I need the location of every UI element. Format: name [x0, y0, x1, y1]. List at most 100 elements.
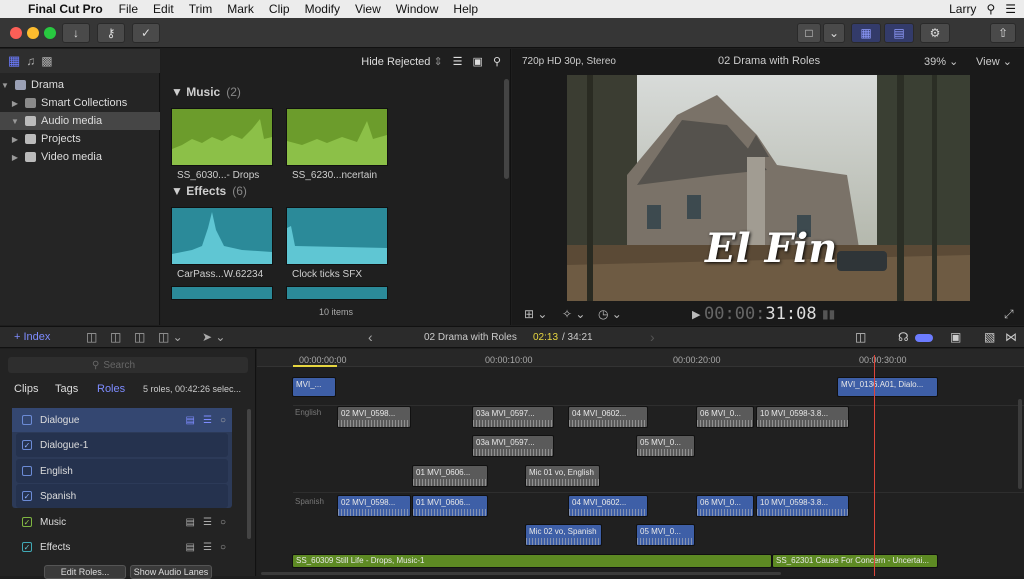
- tab-tags[interactable]: Tags: [55, 383, 78, 395]
- timeline-clip[interactable]: Mic 02 vo, Spanish: [525, 524, 602, 546]
- photos-audio-tab-icon[interactable]: ♫: [26, 54, 35, 68]
- expand-circle-icon[interactable]: ○: [220, 542, 226, 553]
- sidebar-item-video-media[interactable]: ▶ Video media: [0, 148, 160, 166]
- timeline-clip[interactable]: MVI_...: [292, 377, 336, 397]
- section-music[interactable]: ▼ Music (2): [171, 85, 241, 99]
- focus-icon[interactable]: ☰: [203, 517, 212, 528]
- timeline-clip[interactable]: 10 MVI_0598-3.8...: [756, 406, 849, 428]
- disclosure-closed-icon[interactable]: ▶: [10, 153, 20, 162]
- timeline-clip[interactable]: 03a MVI_0597...: [472, 406, 554, 428]
- titles-generators-tab-icon[interactable]: ▩: [41, 54, 52, 68]
- index-search-field[interactable]: ⚲ Search: [8, 357, 248, 373]
- overwrite-clip-icon[interactable]: ◫ ⌄: [158, 330, 183, 344]
- role-dialogue[interactable]: Dialogue ▤ ☰ ○: [12, 408, 232, 432]
- timeline-clip[interactable]: SS_60309 Still Life - Drops, Music-1: [292, 554, 772, 568]
- transform-tool-icon[interactable]: ✧ ⌄: [562, 307, 585, 321]
- timeline-horizontal-scrollbar[interactable]: [261, 572, 781, 575]
- role-spanish[interactable]: ✓ Spanish: [16, 484, 228, 508]
- insert-clip-icon[interactable]: ◫: [110, 330, 121, 344]
- clip-thumbnail[interactable]: [286, 286, 388, 300]
- audio-meter-icon[interactable]: ▮▮: [822, 307, 835, 321]
- clip-thumbnail[interactable]: [171, 286, 273, 300]
- solo-toggle-icon[interactable]: [915, 334, 933, 342]
- timeline-toggle-button[interactable]: ▤: [884, 23, 914, 43]
- effects-browser-icon[interactable]: ⋈: [1005, 330, 1017, 344]
- search-icon[interactable]: ⚲: [493, 55, 501, 68]
- lanes-icon[interactable]: ▤: [186, 542, 195, 553]
- clip-thumbnail[interactable]: [171, 207, 273, 265]
- role-checkbox[interactable]: ✓: [22, 440, 32, 450]
- select-tool-icon[interactable]: ➤ ⌄: [202, 330, 225, 344]
- role-checkbox[interactable]: ✓: [22, 517, 32, 527]
- timeline-clip[interactable]: 02 MVI_0598...: [337, 406, 411, 428]
- edit-roles-button[interactable]: Edit Roles...: [44, 565, 126, 579]
- timeline-clip[interactable]: SS_62301 Cause For Concern - Uncertai...: [772, 554, 938, 568]
- chevron-down-button[interactable]: ⌄: [823, 23, 845, 43]
- index-button[interactable]: + Index: [14, 331, 50, 343]
- menu-mark[interactable]: Mark: [227, 2, 254, 16]
- role-checkbox[interactable]: ✓: [22, 542, 32, 552]
- connect-clip-icon[interactable]: ◫: [86, 330, 97, 344]
- role-effects[interactable]: ✓ Effects ▤ ☰ ○: [12, 535, 232, 559]
- close-window-button[interactable]: [10, 27, 22, 39]
- crop-tool-icon[interactable]: ⊞ ⌄: [524, 307, 547, 321]
- timeline-clip[interactable]: 06 MVI_0...: [696, 406, 754, 428]
- keywords-button[interactable]: ⚷: [97, 23, 125, 43]
- timeline-clip[interactable]: 01 MVI_0606...: [412, 495, 488, 517]
- timeline-ruler[interactable]: [257, 349, 1024, 367]
- append-clip-icon[interactable]: ◫: [134, 330, 145, 344]
- clip-thumbnail[interactable]: [286, 108, 388, 166]
- minimize-window-button[interactable]: [27, 27, 39, 39]
- clip-appearance-icon[interactable]: ☰: [453, 55, 463, 68]
- inspector-toggle-button[interactable]: ⚙: [920, 23, 950, 43]
- tab-clips[interactable]: Clips: [14, 383, 38, 395]
- sidebar-item-projects[interactable]: ▶ Projects: [0, 130, 160, 148]
- timeline-vertical-scrollbar[interactable]: [1018, 399, 1022, 489]
- disclosure-open-icon[interactable]: ▼: [0, 81, 10, 90]
- speed-tool-icon[interactable]: ◷ ⌄: [598, 307, 622, 321]
- tab-roles[interactable]: Roles: [97, 383, 125, 395]
- video-frame[interactable]: El Fin: [567, 75, 970, 301]
- role-checkbox[interactable]: [22, 466, 32, 476]
- index-scrollbar[interactable]: [247, 409, 251, 539]
- fullscreen-icon[interactable]: ⤢: [1004, 307, 1014, 322]
- timeline-clip[interactable]: 04 MVI_0602...: [568, 495, 648, 517]
- timeline-clip[interactable]: 05 MVI_0...: [636, 435, 695, 457]
- library-window-button[interactable]: □: [797, 23, 821, 43]
- skimming-icon[interactable]: ◫: [855, 330, 866, 344]
- lanes-icon[interactable]: ▤: [186, 517, 195, 528]
- libraries-tab-icon[interactable]: ▦: [8, 53, 20, 69]
- menu-trim[interactable]: Trim: [189, 2, 213, 16]
- clip-thumbnail[interactable]: [171, 108, 273, 166]
- snapping-icon[interactable]: ▣: [950, 330, 961, 344]
- zoom-popup[interactable]: 39% ⌄: [924, 55, 958, 68]
- disclosure-closed-icon[interactable]: ▶: [10, 135, 20, 144]
- import-button[interactable]: ↓: [62, 23, 90, 43]
- menu-window[interactable]: Window: [396, 2, 439, 16]
- focus-icon[interactable]: ☰: [203, 415, 212, 426]
- expand-circle-icon[interactable]: ○: [220, 415, 226, 426]
- share-button[interactable]: ⇧: [990, 23, 1016, 43]
- timecode-display[interactable]: 00:00:31:08: [704, 304, 817, 324]
- timeline[interactable]: 00:00:00:00 00:00:10:00 00:00:20:00 00:0…: [257, 349, 1024, 576]
- play-button[interactable]: ▶: [692, 308, 700, 321]
- role-checkbox[interactable]: [22, 415, 32, 425]
- role-music[interactable]: ✓ Music ▤ ☰ ○: [12, 510, 232, 534]
- timeline-clip[interactable]: 01 MVI_0606...: [412, 465, 488, 487]
- show-audio-lanes-button[interactable]: Show Audio Lanes: [130, 565, 212, 579]
- sidebar-item-audio-media[interactable]: ▼ Audio media: [0, 112, 160, 130]
- clip-thumbnail[interactable]: [286, 207, 388, 265]
- filter-popup[interactable]: Hide Rejected ⇕: [361, 55, 442, 68]
- zoom-window-button[interactable]: [44, 27, 56, 39]
- timeline-clip[interactable]: 06 MVI_0...: [696, 495, 754, 517]
- audio-skimming-headphones-icon[interactable]: ☊: [898, 330, 909, 344]
- menu-edit[interactable]: Edit: [153, 2, 174, 16]
- playhead[interactable]: [874, 355, 875, 576]
- timeline-clip[interactable]: 03a MVI_0597...: [472, 435, 554, 457]
- menu-view[interactable]: View: [355, 2, 381, 16]
- timeline-clip[interactable]: Mic 01 vo, English: [525, 465, 600, 487]
- timeline-clip[interactable]: 05 MVI_0...: [636, 524, 695, 546]
- spotlight-search-icon[interactable]: ⚲: [986, 2, 995, 16]
- section-effects[interactable]: ▼ Effects (6): [171, 184, 247, 198]
- timeline-clip[interactable]: 10 MVI_0598-3.8...: [756, 495, 849, 517]
